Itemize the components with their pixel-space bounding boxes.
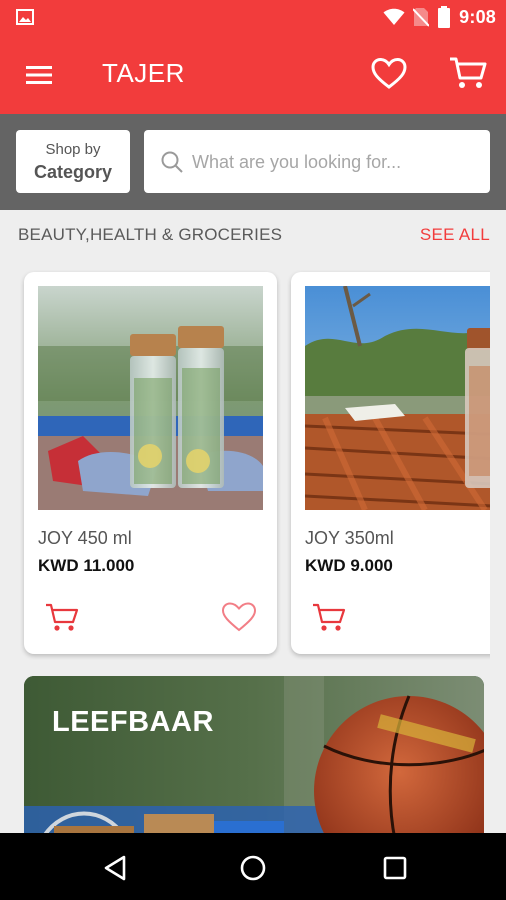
search-icon: [161, 151, 183, 173]
section-title: BEAUTY,HEALTH & GROCERIES: [18, 225, 283, 244]
product-image: [305, 286, 490, 510]
category-button-line2: Category: [33, 162, 113, 182]
heart-icon[interactable]: [370, 56, 408, 92]
product-name: JOY 350ml: [305, 528, 394, 548]
battery-icon: [438, 6, 451, 28]
status-bar: 9:08: [0, 0, 506, 34]
product-name: JOY 450 ml: [38, 528, 132, 548]
see-all-link[interactable]: SEE ALL: [420, 225, 490, 245]
product-card[interactable]: JOY 450 ml KWD 11.000: [24, 272, 277, 654]
search-box[interactable]: [144, 130, 490, 193]
add-to-cart-icon[interactable]: [311, 600, 347, 634]
product-card[interactable]: JOY 350ml KWD 9.000: [291, 272, 490, 654]
cart-icon[interactable]: [448, 54, 488, 92]
wifi-icon: [383, 8, 405, 25]
product-price: KWD 9.000: [305, 556, 393, 575]
system-nav-bar: [0, 833, 506, 900]
shop-by-category-button[interactable]: Shop by Category: [16, 130, 130, 193]
section-header: BEAUTY,HEALTH & GROCERIES SEE ALL: [0, 210, 506, 262]
category-button-line1: Shop by: [45, 141, 101, 158]
wishlist-heart-icon[interactable]: [220, 600, 258, 634]
home-icon[interactable]: [238, 853, 268, 883]
search-input[interactable]: [192, 146, 480, 178]
search-strip: Shop by Category: [0, 114, 506, 210]
status-icons: 9:08: [383, 6, 496, 28]
banner-brand-title: LEEFBAAR: [52, 706, 214, 738]
product-carousel[interactable]: JOY 450 ml KWD 11.000 JOY 350ml KWD 9.00…: [0, 262, 490, 662]
gallery-icon: [16, 9, 34, 25]
no-sim-icon: [413, 8, 430, 27]
add-to-cart-icon[interactable]: [44, 600, 80, 634]
clock-time: 9:08: [459, 6, 496, 27]
app-title: TAJER: [102, 58, 185, 88]
back-icon[interactable]: [100, 853, 130, 883]
app-bar: TAJER: [0, 34, 506, 114]
product-price: KWD 11.000: [38, 556, 135, 575]
menu-icon[interactable]: [22, 60, 58, 90]
recents-icon[interactable]: [380, 853, 410, 883]
product-image: [38, 286, 263, 510]
